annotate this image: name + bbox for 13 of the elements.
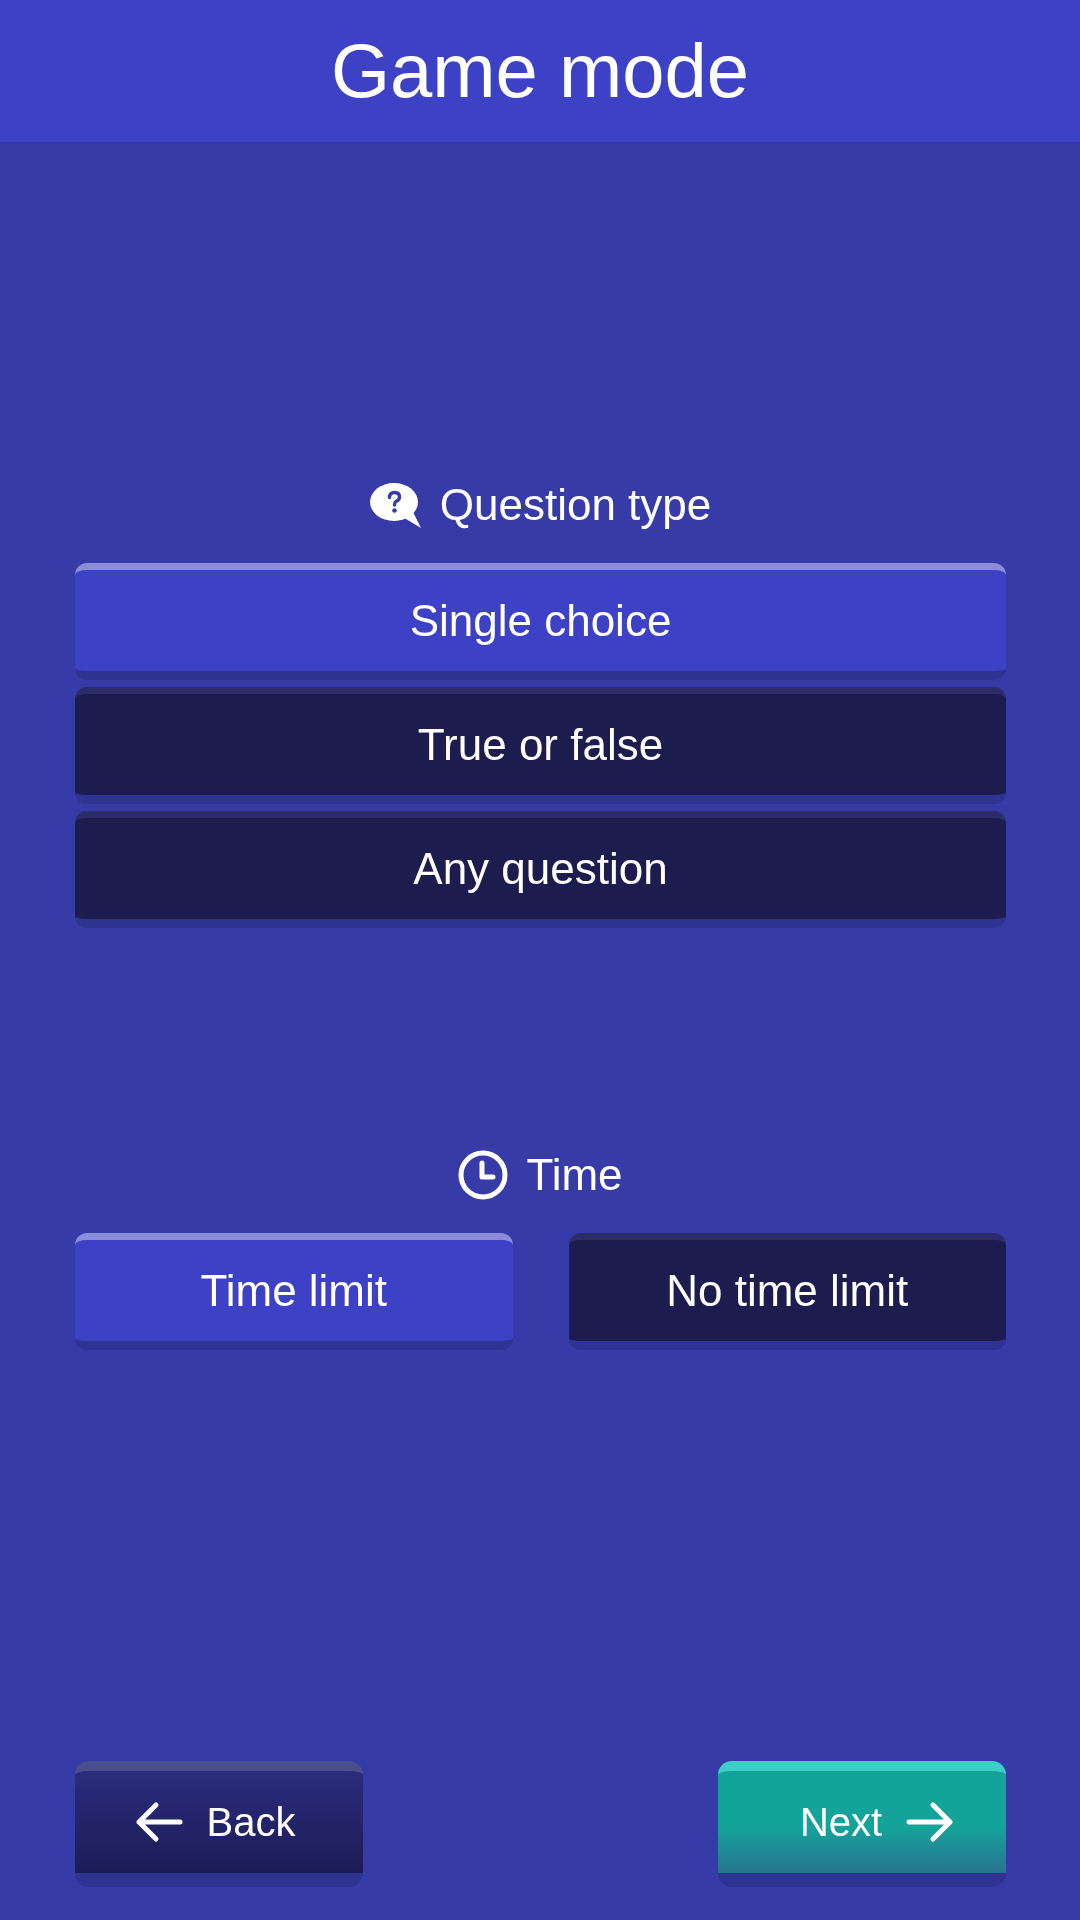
arrow-left-icon bbox=[134, 1801, 183, 1843]
back-button[interactable]: Back bbox=[75, 1761, 363, 1887]
option-button[interactable]: True or false bbox=[75, 687, 1006, 804]
screen-title: Game mode bbox=[330, 27, 750, 115]
arrow-right-icon bbox=[906, 1801, 955, 1843]
option-button[interactable]: Time limit bbox=[75, 1233, 513, 1350]
option-button[interactable]: No time limit bbox=[568, 1233, 1006, 1350]
clock-icon bbox=[458, 1150, 509, 1200]
section-label: Time bbox=[526, 1149, 623, 1201]
option-button[interactable]: Any question bbox=[75, 811, 1006, 928]
option-button[interactable]: Single choice bbox=[75, 563, 1006, 680]
speech-bubble-question-icon bbox=[369, 482, 422, 528]
section-label: Question type bbox=[439, 479, 712, 531]
